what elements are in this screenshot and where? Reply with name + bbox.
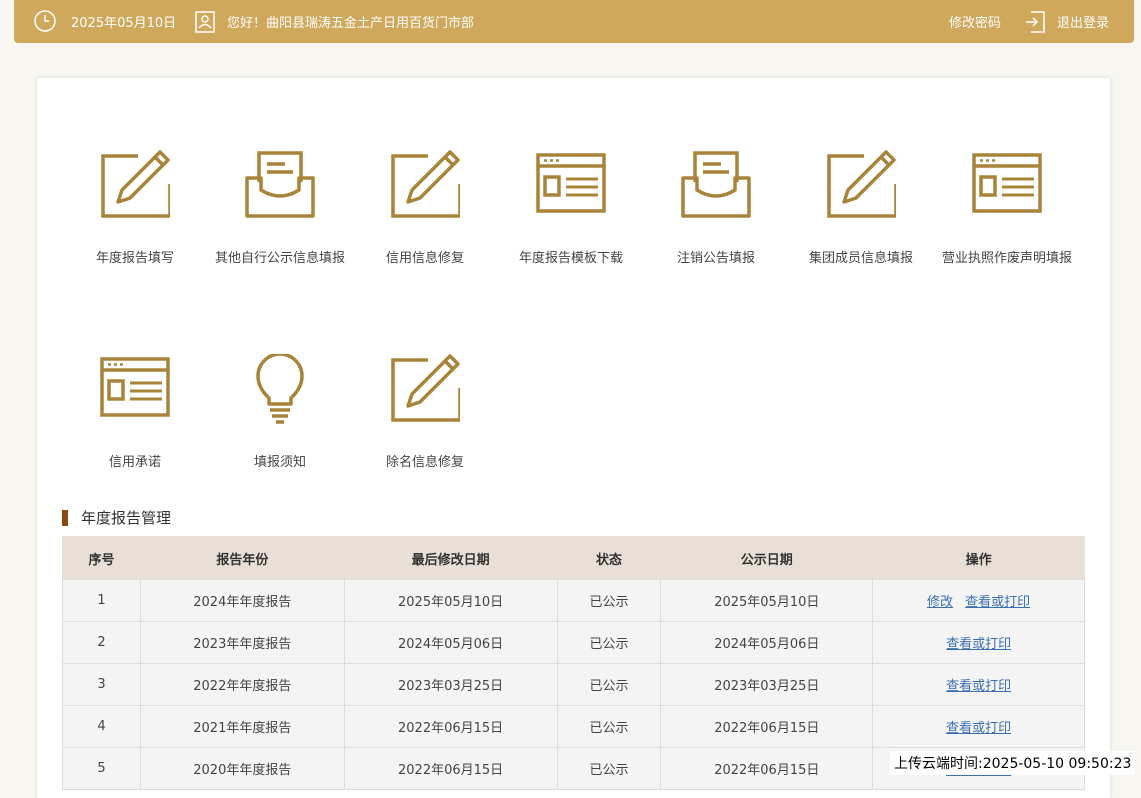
inbox-icon — [681, 151, 751, 218]
report-year: 2021年年度报告 — [139, 705, 345, 748]
column-header: 报告年份 — [139, 536, 345, 580]
column-header: 状态 — [556, 536, 662, 580]
tile-label: 注销公告填报 — [676, 251, 755, 266]
row-number: 2 — [62, 621, 141, 664]
table-row: 1 2024年年度报告 2025年05月10日 已公示 2025年05月10日 … — [62, 579, 1085, 622]
status: 已公示 — [556, 579, 662, 622]
actions-cell: 查看或打印 — [872, 705, 1085, 748]
tile-label: 信用承诺 — [108, 455, 161, 470]
modified-date: 2024年05月06日 — [343, 621, 558, 664]
lightbulb-icon — [256, 354, 304, 424]
column-header: 序号 — [62, 536, 141, 580]
row-number: 3 — [62, 663, 141, 706]
modified-date: 2023年03月25日 — [343, 663, 558, 706]
status: 已公示 — [556, 621, 662, 664]
published-date: 2022年06月15日 — [660, 705, 874, 748]
tile-label: 信用信息修复 — [385, 251, 464, 266]
status: 已公示 — [556, 705, 662, 748]
column-header: 公示日期 — [660, 536, 874, 580]
actions-cell: 查看或打印 — [872, 663, 1085, 706]
edit-icon — [391, 150, 460, 218]
row-number: 1 — [62, 579, 141, 622]
modified-date: 2025年05月10日 — [343, 579, 558, 622]
tile-label: 集团成员信息填报 — [808, 251, 913, 266]
section-title: 年度报告管理 — [62, 510, 171, 526]
actions-cell: 查看或打印 — [872, 621, 1085, 664]
view-print-link[interactable]: 查看或打印 — [965, 595, 1030, 610]
modified-date: 2022年06月15日 — [343, 705, 558, 748]
user-icon — [195, 11, 215, 33]
main-card: 年度报告填写 其他自行公示信息填报 信用信息修复 年度报告模板下载 注销公告填报… — [37, 78, 1110, 798]
published-date: 2025年05月10日 — [660, 579, 874, 622]
current-date: 2025年05月10日 — [71, 16, 177, 31]
view-print-link[interactable]: 查看或打印 — [946, 679, 1011, 694]
report-year: 2022年年度报告 — [139, 663, 345, 706]
change-password-link[interactable]: 修改密码 — [949, 0, 1001, 43]
table-row: 2 2023年年度报告 2024年05月06日 已公示 2024年05月06日 … — [62, 621, 1085, 664]
column-header: 操作 — [872, 536, 1085, 580]
upload-timestamp: 上传云端时间:2025-05-10 09:50:23 — [890, 751, 1136, 775]
logout-icon[interactable] — [1025, 11, 1045, 33]
greeting-text: 您好！曲阳县瑞涛五金土产日用百货门市部 — [227, 16, 475, 31]
report-year: 2023年年度报告 — [139, 621, 345, 664]
table-row: 4 2021年年度报告 2022年06月15日 已公示 2022年06月15日 … — [62, 705, 1085, 748]
status: 已公示 — [556, 663, 662, 706]
table-row: 3 2022年年度报告 2023年03月25日 已公示 2023年03月25日 … — [62, 663, 1085, 706]
clock-icon — [34, 10, 56, 32]
top-bar: 2025年05月10日 您好！曲阳县瑞涛五金土产日用百货门市部 修改密码 退出登… — [14, 0, 1134, 43]
edit-link[interactable]: 修改 — [927, 595, 953, 610]
table-header-row: 序号 报告年份 最后修改日期 状态 公示日期 操作 — [62, 536, 1085, 580]
view-print-link[interactable]: 查看或打印 — [946, 637, 1011, 652]
status: 已公示 — [556, 747, 662, 790]
column-header: 最后修改日期 — [343, 536, 558, 580]
browser-window-icon — [100, 357, 170, 417]
tile-label: 其他自行公示信息填报 — [214, 251, 345, 266]
browser-window-icon — [972, 153, 1042, 213]
view-print-link[interactable]: 查看或打印 — [946, 721, 1011, 736]
logout-link[interactable]: 退出登录 — [1057, 0, 1109, 43]
inbox-icon — [245, 151, 315, 218]
published-date: 2024年05月06日 — [660, 621, 874, 664]
tile-label: 填报须知 — [253, 455, 306, 470]
tile-label: 除名信息修复 — [385, 455, 464, 470]
row-number: 5 — [62, 747, 141, 790]
actions-cell: 修改 查看或打印 — [872, 579, 1085, 622]
tile-label: 年度报告填写 — [95, 251, 174, 266]
edit-icon — [827, 150, 896, 218]
report-year: 2024年年度报告 — [139, 579, 345, 622]
tile-label: 营业执照作废声明填报 — [941, 251, 1072, 266]
browser-window-icon — [536, 153, 606, 213]
modified-date: 2022年06月15日 — [343, 747, 558, 790]
edit-icon — [391, 354, 460, 422]
edit-icon — [101, 150, 170, 218]
published-date: 2023年03月25日 — [660, 663, 874, 706]
published-date: 2022年06月15日 — [660, 747, 874, 790]
row-number: 4 — [62, 705, 141, 748]
report-year: 2020年年度报告 — [139, 747, 345, 790]
tile-label: 年度报告模板下载 — [518, 251, 623, 266]
